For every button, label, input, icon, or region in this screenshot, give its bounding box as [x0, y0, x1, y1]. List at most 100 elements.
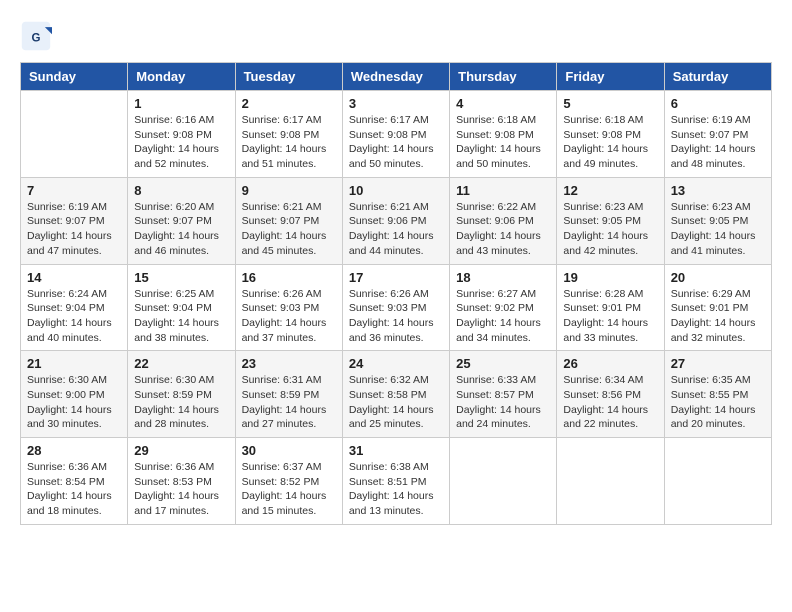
day-number: 27 [671, 356, 765, 371]
day-number: 28 [27, 443, 121, 458]
day-info: Sunrise: 6:37 AM Sunset: 8:52 PM Dayligh… [242, 460, 336, 519]
day-info: Sunrise: 6:38 AM Sunset: 8:51 PM Dayligh… [349, 460, 443, 519]
day-number: 3 [349, 96, 443, 111]
day-info: Sunrise: 6:33 AM Sunset: 8:57 PM Dayligh… [456, 373, 550, 432]
day-info: Sunrise: 6:21 AM Sunset: 9:06 PM Dayligh… [349, 200, 443, 259]
day-number: 9 [242, 183, 336, 198]
day-number: 14 [27, 270, 121, 285]
day-number: 5 [563, 96, 657, 111]
calendar-cell: 17Sunrise: 6:26 AM Sunset: 9:03 PM Dayli… [342, 264, 449, 351]
calendar-cell: 20 Sunrise: 6:29 AM Sunset: 9:01 PM Dayli… [664, 264, 771, 351]
day-number: 23 [242, 356, 336, 371]
logo-icon: G [20, 20, 52, 52]
calendar-day-header: Wednesday [342, 63, 449, 91]
day-info: Sunrise: 6:19 AM Sunset: 9:07 PM Dayligh… [671, 113, 765, 172]
calendar-cell: 9 Sunrise: 6:21 AM Sunset: 9:07 PM Daylig… [235, 177, 342, 264]
calendar-cell: 5 Sunrise: 6:18 AM Sunset: 9:08 PM Daylig… [557, 91, 664, 178]
calendar-cell: 2 Sunrise: 6:17 AM Sunset: 9:08 PM Daylig… [235, 91, 342, 178]
calendar-cell: 6 Sunrise: 6:19 AM Sunset: 9:07 PM Daylig… [664, 91, 771, 178]
day-number: 13 [671, 183, 765, 198]
day-number: 25 [456, 356, 550, 371]
day-info: Sunrise: 6:31 AM Sunset: 8:59 PM Dayligh… [242, 373, 336, 432]
day-number: 12 [563, 183, 657, 198]
day-info: Sunrise: 6:34 AM Sunset: 8:56 PM Dayligh… [563, 373, 657, 432]
day-info: Sunrise: 6:36 AM Sunset: 8:53 PM Dayligh… [134, 460, 228, 519]
calendar-week-row: 7 Sunrise: 6:19 AM Sunset: 9:07 PM Daylig… [21, 177, 772, 264]
day-number: 30 [242, 443, 336, 458]
day-info: Sunrise: 6:26 AM Sunset: 9:03 PM Dayligh… [242, 287, 336, 346]
day-info: Sunrise: 6:18 AM Sunset: 9:08 PM Dayligh… [563, 113, 657, 172]
day-number: 20 [671, 270, 765, 285]
calendar-day-header: Saturday [664, 63, 771, 91]
calendar-day-header: Monday [128, 63, 235, 91]
calendar-cell: 27 Sunrise: 6:35 AM Sunset: 8:55 PM Dayli… [664, 351, 771, 438]
calendar-cell: 26 Sunrise: 6:34 AM Sunset: 8:56 PM Dayli… [557, 351, 664, 438]
calendar-header-row: SundayMondayTuesdayWednesdayThursdayFrid… [21, 63, 772, 91]
day-info: Sunrise: 6:21 AM Sunset: 9:07 PM Dayligh… [242, 200, 336, 259]
calendar-body: 1 Sunrise: 6:16 AM Sunset: 9:08 PM Daylig… [21, 91, 772, 525]
day-number: 19 [563, 270, 657, 285]
day-info: Sunrise: 6:23 AM Sunset: 9:05 PM Dayligh… [671, 200, 765, 259]
calendar-cell: 25 Sunrise: 6:33 AM Sunset: 8:57 PM Dayli… [450, 351, 557, 438]
calendar-cell: 8Sunrise: 6:20 AM Sunset: 9:07 PM Daylig… [128, 177, 235, 264]
day-info: Sunrise: 6:23 AM Sunset: 9:05 PM Dayligh… [563, 200, 657, 259]
page-header: G [20, 20, 772, 52]
day-info: Sunrise: 6:27 AM Sunset: 9:02 PM Dayligh… [456, 287, 550, 346]
day-number: 15 [134, 270, 228, 285]
calendar-cell [557, 438, 664, 525]
day-number: 4 [456, 96, 550, 111]
calendar-cell: 10 Sunrise: 6:21 AM Sunset: 9:06 PM Dayli… [342, 177, 449, 264]
day-number: 18 [456, 270, 550, 285]
day-info: Sunrise: 6:22 AM Sunset: 9:06 PM Dayligh… [456, 200, 550, 259]
day-number: 21 [27, 356, 121, 371]
calendar-cell: 24Sunrise: 6:32 AM Sunset: 8:58 PM Dayli… [342, 351, 449, 438]
calendar-cell: 15Sunrise: 6:25 AM Sunset: 9:04 PM Dayli… [128, 264, 235, 351]
calendar-cell: 7 Sunrise: 6:19 AM Sunset: 9:07 PM Daylig… [21, 177, 128, 264]
calendar-day-header: Thursday [450, 63, 557, 91]
calendar-day-header: Sunday [21, 63, 128, 91]
day-number: 2 [242, 96, 336, 111]
calendar-cell: 13 Sunrise: 6:23 AM Sunset: 9:05 PM Dayli… [664, 177, 771, 264]
calendar-cell: 12 Sunrise: 6:23 AM Sunset: 9:05 PM Dayli… [557, 177, 664, 264]
day-number: 1 [134, 96, 228, 111]
day-info: Sunrise: 6:18 AM Sunset: 9:08 PM Dayligh… [456, 113, 550, 172]
day-info: Sunrise: 6:30 AM Sunset: 8:59 PM Dayligh… [134, 373, 228, 432]
calendar-cell: 11Sunrise: 6:22 AM Sunset: 9:06 PM Dayli… [450, 177, 557, 264]
calendar-cell: 4 Sunrise: 6:18 AM Sunset: 9:08 PM Daylig… [450, 91, 557, 178]
day-info: Sunrise: 6:30 AM Sunset: 9:00 PM Dayligh… [27, 373, 121, 432]
calendar-day-header: Tuesday [235, 63, 342, 91]
calendar-cell: 31Sunrise: 6:38 AM Sunset: 8:51 PM Dayli… [342, 438, 449, 525]
calendar-cell: 19 Sunrise: 6:28 AM Sunset: 9:01 PM Dayli… [557, 264, 664, 351]
day-number: 26 [563, 356, 657, 371]
day-info: Sunrise: 6:16 AM Sunset: 9:08 PM Dayligh… [134, 113, 228, 172]
calendar-cell: 16 Sunrise: 6:26 AM Sunset: 9:03 PM Dayli… [235, 264, 342, 351]
day-number: 6 [671, 96, 765, 111]
day-info: Sunrise: 6:26 AM Sunset: 9:03 PM Dayligh… [349, 287, 443, 346]
calendar-cell [450, 438, 557, 525]
calendar-cell: 21 Sunrise: 6:30 AM Sunset: 9:00 PM Dayli… [21, 351, 128, 438]
calendar-cell: 1 Sunrise: 6:16 AM Sunset: 9:08 PM Daylig… [128, 91, 235, 178]
day-info: Sunrise: 6:29 AM Sunset: 9:01 PM Dayligh… [671, 287, 765, 346]
calendar-cell: 29 Sunrise: 6:36 AM Sunset: 8:53 PM Dayli… [128, 438, 235, 525]
calendar-cell: 14Sunrise: 6:24 AM Sunset: 9:04 PM Dayli… [21, 264, 128, 351]
calendar-cell: 30 Sunrise: 6:37 AM Sunset: 8:52 PM Dayli… [235, 438, 342, 525]
day-info: Sunrise: 6:17 AM Sunset: 9:08 PM Dayligh… [242, 113, 336, 172]
calendar-cell [21, 91, 128, 178]
day-info: Sunrise: 6:19 AM Sunset: 9:07 PM Dayligh… [27, 200, 121, 259]
logo: G [20, 20, 56, 52]
day-number: 29 [134, 443, 228, 458]
day-number: 16 [242, 270, 336, 285]
calendar-cell: 3 Sunrise: 6:17 AM Sunset: 9:08 PM Daylig… [342, 91, 449, 178]
day-info: Sunrise: 6:35 AM Sunset: 8:55 PM Dayligh… [671, 373, 765, 432]
day-info: Sunrise: 6:32 AM Sunset: 8:58 PM Dayligh… [349, 373, 443, 432]
calendar-week-row: 1 Sunrise: 6:16 AM Sunset: 9:08 PM Daylig… [21, 91, 772, 178]
calendar-cell: 23 Sunrise: 6:31 AM Sunset: 8:59 PM Dayli… [235, 351, 342, 438]
day-info: Sunrise: 6:17 AM Sunset: 9:08 PM Dayligh… [349, 113, 443, 172]
calendar-table: SundayMondayTuesdayWednesdayThursdayFrid… [20, 62, 772, 525]
day-number: 7 [27, 183, 121, 198]
day-number: 10 [349, 183, 443, 198]
day-info: Sunrise: 6:28 AM Sunset: 9:01 PM Dayligh… [563, 287, 657, 346]
calendar-week-row: 14Sunrise: 6:24 AM Sunset: 9:04 PM Dayli… [21, 264, 772, 351]
calendar-cell: 18 Sunrise: 6:27 AM Sunset: 9:02 PM Dayli… [450, 264, 557, 351]
svg-text:G: G [32, 32, 41, 44]
